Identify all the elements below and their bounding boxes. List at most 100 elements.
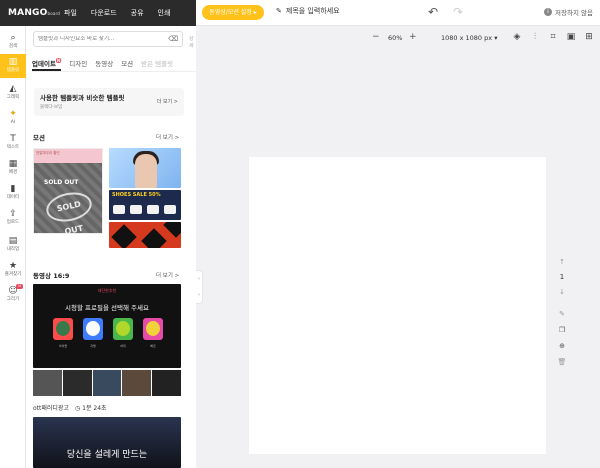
profile-label: 빠르 — [150, 344, 156, 348]
template-panel: ⌫ 상세 업데이트N 디자인 동영상 모션 받은 템플릿 사용한 템플릿과 비슷… — [26, 26, 196, 468]
duration-text: 1분 24초 — [82, 405, 107, 412]
canvas-size-select[interactable]: 1080 x 1080 px ▾ — [441, 34, 497, 42]
burst-shape — [163, 222, 181, 238]
rail-label: 검색 — [8, 44, 18, 49]
chart-icon: ▮ — [10, 184, 16, 194]
sold-out-stamp: SOLD OUT — [43, 188, 95, 233]
align-icon[interactable]: ⫶ — [530, 32, 540, 42]
rail-label: 업로드 — [6, 220, 20, 225]
menu-download[interactable]: 다운로드 — [91, 8, 117, 18]
template-search[interactable]: ⌫ — [33, 31, 183, 47]
soldout-header: 연말마무리 할인 — [34, 149, 102, 163]
soldout-image: SOLD OUT SOLD OUT — [34, 163, 102, 233]
section-title-motion: 모션 — [33, 134, 45, 142]
upload-icon: ⇪ — [9, 209, 17, 219]
template-thumb-person[interactable] — [109, 148, 181, 188]
collapse-panel-handle[interactable]: ‹ › — [196, 270, 203, 304]
template-thumb-ott[interactable]: 대단한추천 시청할 프로필을 선택해 주세요 아이들 지명 하피 빠르 — [33, 284, 181, 368]
zoom-out-icon[interactable]: − — [372, 32, 380, 42]
shoe-image — [147, 205, 159, 214]
template-thumb-red-pattern[interactable] — [109, 222, 181, 248]
template-thumb-soldout[interactable]: 연말마무리 할인 SOLD OUT SOLD OUT — [33, 148, 103, 234]
rail-draw[interactable]: ☺ 그리기 N — [0, 283, 26, 307]
menu-share[interactable]: 공유 — [131, 8, 144, 18]
rail-template[interactable]: ▥ 템플릿 — [0, 54, 26, 78]
undo-icon[interactable]: ↶ — [428, 5, 438, 19]
star-icon: ★ — [8, 261, 18, 271]
rail-search[interactable]: ⌕ 검색 — [0, 30, 26, 54]
duplicate-icon[interactable]: ❐ — [555, 326, 569, 334]
new-badge: N — [55, 58, 62, 63]
template-thumb-shoes-sale[interactable]: SHOES SALE 50% — [109, 190, 181, 220]
rail-upload[interactable]: ⇪ 업로드 — [0, 206, 26, 230]
rail-text[interactable]: T 텍스트 — [0, 131, 26, 155]
grid-icon[interactable]: ▣ — [566, 32, 576, 42]
canvas-artboard[interactable] — [249, 157, 546, 454]
profile-label: 지명 — [90, 344, 96, 348]
save-status-text: 저장하지 않음 — [555, 9, 593, 17]
rail-label: 그리기 — [6, 297, 20, 302]
video-frame — [122, 370, 152, 396]
rail-label: 배경 — [8, 170, 18, 175]
fullscreen-icon[interactable]: ⊞ — [584, 32, 594, 42]
video-header-text: 대단한추천 — [97, 288, 117, 293]
trash-icon[interactable]: 🗑 — [555, 358, 569, 366]
menu-print[interactable]: 인쇄 — [158, 8, 171, 18]
background-icon: ▦ — [8, 159, 18, 169]
layers-icon[interactable]: ◈ — [512, 32, 522, 42]
video-more-link[interactable]: 더 보기 > — [156, 271, 179, 279]
video-bottom-title: 당신을 설레게 만드는 — [66, 450, 148, 460]
paint-icon[interactable]: ✎ — [555, 310, 569, 318]
save-status: i 저장하지 않음 — [544, 7, 593, 17]
tab-update[interactable]: 업데이트N — [32, 58, 62, 71]
new-badge: N — [16, 284, 23, 289]
chevron-left-icon: ‹ — [198, 276, 200, 282]
rail-data[interactable]: ▮ 데이터 — [0, 181, 26, 205]
chevron-right-icon: › — [198, 292, 200, 298]
tab-video[interactable]: 동영상 — [95, 58, 113, 71]
rail-favorites[interactable]: ★ 즐겨찾기 — [0, 258, 26, 282]
rail-my-work[interactable]: ▤ 내작업 — [0, 233, 26, 257]
menu-file[interactable]: 파일 — [64, 8, 77, 18]
zoom-level[interactable]: 60% — [388, 34, 402, 42]
video-title-text: 시청할 프로필을 선택해 주세요 — [65, 304, 149, 312]
rail-background[interactable]: ▦ 배경 — [0, 156, 26, 180]
banner-more-link[interactable]: 더 보기 > — [157, 98, 178, 105]
crop-icon[interactable]: ⌗ — [548, 32, 558, 42]
tab-design[interactable]: 디자인 — [69, 58, 87, 71]
duration: ◷ 1분 24초 — [75, 403, 107, 412]
video-frames-strip — [33, 370, 181, 396]
rail-ai[interactable]: ✦ AI — [0, 106, 26, 130]
detail-label[interactable]: 상세 — [189, 35, 196, 49]
section-title-video: 동영상 16:9 — [33, 272, 70, 280]
logo-text: MANGO — [8, 8, 48, 18]
soldout-header-text: 연말마무리 할인 — [36, 151, 60, 155]
tab-motion[interactable]: 모션 — [121, 58, 133, 71]
shoe-image — [113, 205, 125, 214]
page-up-icon[interactable]: ↑ — [555, 258, 569, 266]
page-down-icon[interactable]: ↓ — [555, 288, 569, 296]
rail-label: 그래픽 — [6, 95, 20, 100]
video-motion-settings-button[interactable]: 동영상/모션 설정 ▸ — [202, 5, 264, 20]
rail-label: 내작업 — [6, 247, 20, 252]
rail-graphic[interactable]: ◭ 그래픽 — [0, 81, 26, 105]
video-frame — [33, 370, 62, 396]
title-input[interactable]: ✎ 제목을 입력하세요 — [276, 6, 340, 16]
motion-more-link[interactable]: 더 보기 > — [156, 133, 179, 141]
tab-received[interactable]: 받은 템플릿 — [141, 58, 173, 71]
my-work-icon: ▤ — [8, 236, 18, 246]
canvas-toolbar: − 60% + 1080 x 1080 px ▾ ◈ ⫶ ⌗ ▣ ⊞ — [196, 26, 600, 52]
add-page-icon[interactable]: ⊕ — [555, 342, 569, 350]
search-input[interactable] — [38, 36, 158, 42]
shoe-image — [164, 205, 176, 214]
burst-shape — [111, 224, 137, 248]
clock-icon: ◷ — [74, 405, 81, 412]
profile-label: 아이들 — [58, 344, 68, 348]
search-options-icon[interactable]: ⌫ — [168, 35, 178, 43]
similar-templates-banner[interactable]: 사용한 템플릿과 비슷한 템플릿 블랙다-보임 더 보기 > — [34, 88, 184, 116]
redo-icon[interactable]: ↷ — [453, 5, 463, 19]
logo-sub-text: board — [47, 11, 61, 16]
logo[interactable]: MANGOboard — [0, 8, 64, 18]
template-thumb-video-2[interactable]: 당신을 설레게 만드는 — [33, 417, 181, 468]
zoom-in-icon[interactable]: + — [409, 32, 417, 42]
